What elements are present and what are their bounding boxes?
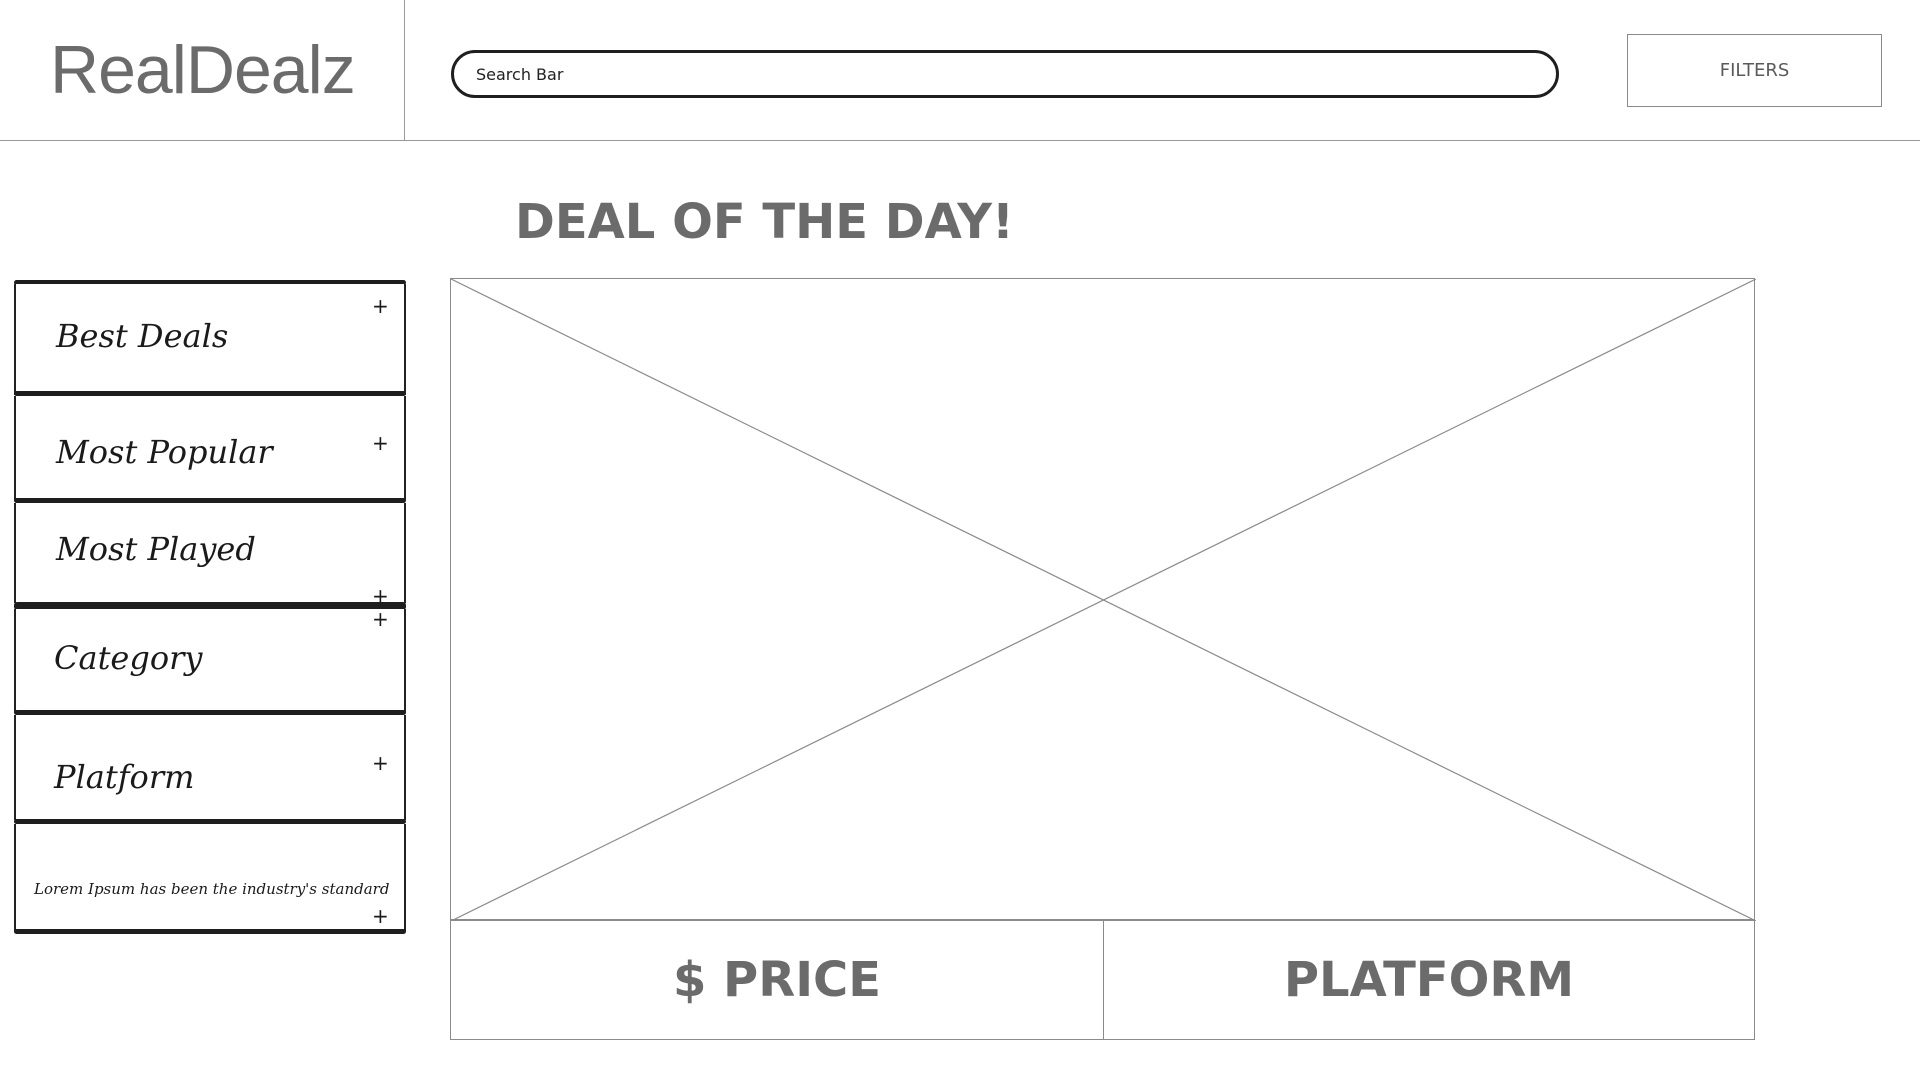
search-placeholder: Search Bar [476,65,564,84]
deal-price: $ PRICE [450,920,1104,1040]
sidebar-item-label: Best Deals [56,317,229,355]
sidebar-item-label: Category [54,639,203,677]
plus-icon[interactable]: + [372,609,389,629]
header-bar: RealDealz Search Bar FILTERS [0,0,1920,141]
deal-of-the-day-title: DEAL OF THE DAY! [515,194,1014,250]
filters-button[interactable]: FILTERS [1627,34,1882,107]
sidebar-item-best-deals[interactable]: Best Deals + [14,284,406,395]
plus-icon[interactable]: + [372,296,389,316]
sidebar-item-platform[interactable]: Platform + [14,715,406,820]
sidebar-item-label: Lorem Ipsum has been the industry's stan… [34,880,390,898]
logo-area: RealDealz [0,0,405,141]
sidebar-item-label: Platform [54,758,195,796]
sidebar-item-lorem[interactable]: Lorem Ipsum has been the industry's stan… [14,824,406,932]
plus-icon[interactable]: + [372,433,389,453]
deal-platform: PLATFORM [1103,920,1755,1040]
search-input[interactable]: Search Bar [451,50,1559,98]
plus-icon[interactable]: + [372,906,389,926]
sidebar-item-category[interactable]: + Category [14,609,406,713]
sidebar-divider [14,929,406,934]
sidebar-item-most-played[interactable]: Most Played + [14,503,406,606]
plus-icon[interactable]: + [372,753,389,773]
sidebar-item-label: Most Popular [56,433,273,471]
sidebar-item-most-popular[interactable]: Most Popular + [14,396,406,500]
logo[interactable]: RealDealz [50,30,356,110]
sidebar-item-label: Most Played [56,530,256,568]
image-placeholder-cross [451,279,1756,921]
deal-image-placeholder[interactable] [450,278,1756,921]
